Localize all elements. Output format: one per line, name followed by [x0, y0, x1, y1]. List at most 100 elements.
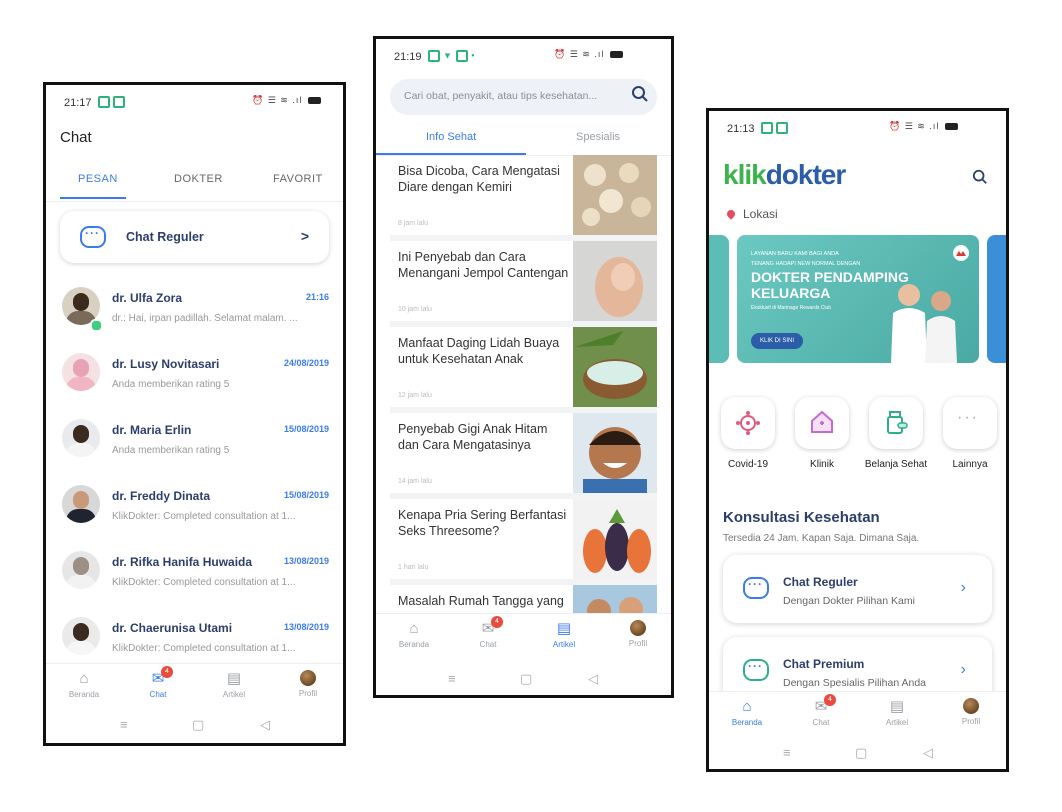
status-bar: 21:19 ▼ • ⏰ ☰ ≋ .ıl	[376, 39, 671, 73]
search-placeholder: Cari obat, penyakit, atau tips kesehatan…	[404, 90, 598, 102]
avatar	[62, 419, 100, 457]
section-subtitle: Tersedia 24 Jam. Kapan Saja. Dimana Saja…	[723, 533, 920, 544]
nav-article[interactable]: ▤ Artikel	[204, 670, 264, 699]
promo-banner[interactable]: LAYANAN BARU KAMI BAGI ANDA TENANG HADAP…	[737, 235, 979, 363]
quick-label: Belanja Sehat	[864, 459, 928, 470]
quick-covid[interactable]	[721, 397, 775, 449]
chat-list-item[interactable]: dr. Ulfa Zora 21:16 dr.: Hai, irpan padi…	[46, 281, 343, 347]
back-icon[interactable]: ◁	[260, 717, 270, 733]
article-title: Bisa Dicoba, Cara Mengatasi Diare dengan…	[398, 164, 560, 194]
chat-preview: KlikDokter: Completed consultation at 1.…	[112, 577, 296, 588]
chat-badge: 4	[824, 694, 836, 706]
doctor-name: dr. Lusy Novitasari	[112, 357, 220, 371]
bottom-nav: ⌂ Beranda ✉ 4 Chat ▤ Artikel Profil	[709, 691, 1006, 736]
quick-belanja-sehat[interactable]	[869, 397, 923, 449]
doctor-name: dr. Maria Erlin	[112, 423, 192, 437]
location-selector[interactable]: Lokasi	[725, 207, 778, 221]
more-dots-icon: ···	[957, 409, 979, 426]
home-square-icon[interactable]: ▢	[855, 745, 867, 761]
nav-label: Beranda	[68, 690, 100, 699]
banner-previous-peek[interactable]	[709, 235, 729, 363]
nav-profile[interactable]: Profil	[608, 620, 668, 648]
nav-profile[interactable]: Profil	[941, 698, 1001, 726]
tab-spesialis[interactable]: Spesialis	[576, 131, 620, 143]
logo-part-dokter: dokter	[765, 159, 847, 190]
quick-lainnya[interactable]: ···	[943, 397, 997, 449]
search-icon[interactable]	[631, 85, 648, 102]
chat-list-item[interactable]: dr. Lusy Novitasari 24/08/2019 Anda memb…	[46, 347, 343, 413]
article-title: Kenapa Pria Sering Berfantasi Seks Three…	[398, 508, 567, 538]
tab-pesan[interactable]: PESAN	[78, 173, 118, 185]
chat-preview: Anda memberikan rating 5	[112, 379, 230, 390]
back-icon[interactable]: ◁	[588, 671, 598, 687]
chat-icon: ✉	[814, 698, 828, 715]
nav-profile[interactable]: Profil	[278, 670, 338, 698]
article-icon: ▤	[226, 670, 242, 687]
nav-label: Beranda	[398, 640, 430, 649]
article-icon: ▤	[889, 698, 905, 715]
nav-article[interactable]: ▤ Artikel	[867, 698, 927, 727]
klikdokter-logo: klikdokter	[723, 159, 847, 191]
aloe-vera-image	[573, 327, 657, 407]
article-card[interactable]: Penyebab Gigi Anak Hitam dan Cara Mengat…	[390, 413, 657, 499]
nav-home[interactable]: ⌂ Beranda	[717, 698, 777, 727]
nav-label: Chat	[812, 718, 830, 727]
article-card[interactable]: Manfaat Daging Lidah Buaya untuk Kesehat…	[390, 327, 657, 413]
brand-logo-icon	[953, 245, 969, 261]
nav-home[interactable]: ⌂ Beranda	[54, 670, 114, 699]
banner-next-peek[interactable]	[987, 235, 1006, 363]
home-square-icon[interactable]: ▢	[192, 717, 204, 733]
chat-preview: dr.: Hai, irpan padillah. Selamat malam.…	[112, 313, 298, 324]
banner-cta-button[interactable]: KLIK DI SINI	[751, 333, 803, 349]
doctor-name: dr. Rifka Hanifa Huwaida	[112, 555, 253, 569]
chat-list-item[interactable]: dr. Maria Erlin 15/08/2019 Anda memberik…	[46, 413, 343, 479]
avatar	[62, 485, 100, 523]
home-icon: ⌂	[79, 670, 89, 687]
back-icon[interactable]: ◁	[923, 745, 933, 761]
tab-dokter[interactable]: DOKTER	[174, 173, 223, 185]
tab-info-sehat[interactable]: Info Sehat	[426, 131, 476, 143]
chat-badge: 4	[161, 666, 173, 678]
nav-home[interactable]: ⌂ Beranda	[384, 620, 444, 649]
article-card[interactable]: Kenapa Pria Sering Berfantasi Seks Three…	[390, 499, 657, 585]
nav-chat[interactable]: ✉ 4 Chat	[128, 666, 188, 699]
article-card[interactable]: Ini Penyebab dan Cara Menangani Jempol C…	[390, 241, 657, 327]
article-time: 14 jam lalu	[398, 478, 432, 485]
menu-icon[interactable]: ≡	[120, 717, 128, 732]
article-card[interactable]: Bisa Dicoba, Cara Mengatasi Diare dengan…	[390, 155, 657, 241]
chevron-right-icon: >	[300, 228, 309, 244]
nav-chat[interactable]: ✉ 4 Chat	[791, 694, 851, 727]
search-icon[interactable]	[972, 169, 988, 190]
profile-avatar-icon	[963, 698, 979, 714]
chat-list-item[interactable]: dr. Freddy Dinata 15/08/2019 KlikDokter:…	[46, 479, 343, 545]
location-pin-icon	[725, 208, 737, 220]
menu-icon[interactable]: ≡	[783, 745, 791, 760]
nav-label: Artikel	[222, 690, 246, 699]
nav-label: Chat	[149, 690, 167, 699]
doctor-name: dr. Chaerunisa Utami	[112, 621, 233, 635]
status-time: 21:19	[394, 51, 422, 63]
search-bar[interactable]: Cari obat, penyakit, atau tips kesehatan…	[390, 79, 657, 115]
tab-favorit[interactable]: FAVORIT	[273, 173, 323, 185]
chat-time: 21:16	[305, 292, 329, 302]
chat-reguler-card[interactable]: Chat Reguler Dengan Dokter Pilihan Kami …	[723, 555, 992, 623]
thumb-image	[573, 241, 657, 321]
menu-icon[interactable]: ≡	[448, 671, 456, 686]
chat-time: 15/08/2019	[283, 490, 329, 500]
nav-chat[interactable]: ✉ 4 Chat	[458, 616, 518, 649]
nav-article[interactable]: ▤ Artikel	[534, 620, 594, 649]
chat-preview: Anda memberikan rating 5	[112, 445, 230, 456]
chat-preview: KlikDokter: Completed consultation at 1.…	[112, 643, 296, 654]
quick-klinik[interactable]	[795, 397, 849, 449]
article-tabs: Info Sehat Spesialis	[376, 125, 671, 156]
chevron-right-icon: ›	[960, 579, 966, 596]
banner-line: TENANG HADAPI NEW NORMAL DENGAN	[751, 261, 861, 267]
home-square-icon[interactable]: ▢	[520, 671, 532, 687]
quick-label: Covid-19	[727, 459, 769, 470]
articles-screen: 21:19 ▼ • ⏰ ☰ ≋ .ıl Cari obat, penyakit,…	[373, 36, 674, 698]
section-title: Konsultasi Kesehatan	[723, 509, 880, 526]
service-title: Chat Reguler	[783, 575, 858, 589]
bottom-nav: ⌂ Beranda ✉ 4 Chat ▤ Artikel Profil	[376, 613, 671, 658]
regular-chat-card[interactable]: Chat Reguler >	[60, 211, 329, 263]
chat-list-item[interactable]: dr. Rifka Hanifa Huwaida 13/08/2019 Klik…	[46, 545, 343, 611]
